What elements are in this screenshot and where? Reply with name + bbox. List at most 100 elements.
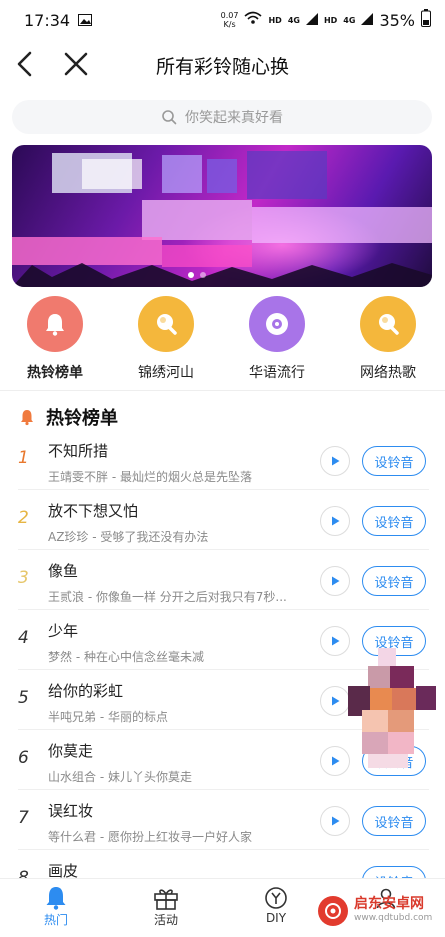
net-speed: 0.07 K/s: [221, 11, 239, 29]
song-row[interactable]: 7 误红妆 等什么君 - 愿你扮上红妆寻一户好人家 设铃音: [0, 790, 445, 850]
bulb-icon: [379, 314, 399, 335]
set-ringtone-button[interactable]: 设铃音: [362, 866, 426, 878]
category-label: 热铃榜单: [27, 365, 83, 381]
category-label: 华语流行: [249, 365, 305, 381]
signal-label-2: 4G: [343, 15, 356, 25]
site-watermark: 启东安卓网 www.qdtubd.com: [318, 896, 432, 926]
song-subtitle: 王靖雯不胖 - 最灿烂的烟火总是先坠落: [48, 470, 252, 484]
category-hot-chart[interactable]: 热铃榜单: [5, 296, 105, 382]
category-web-hits[interactable]: 网络热歌: [338, 296, 438, 382]
tab-events[interactable]: 活动: [126, 885, 206, 928]
tab-label: DIY: [265, 911, 287, 925]
category-icon-wrap: [138, 296, 194, 352]
song-row[interactable]: 1 不知所措 王靖雯不胖 - 最灿烂的烟火总是先坠落 设铃音: [0, 430, 445, 490]
divider: [0, 390, 445, 391]
hd-label-2: HD: [323, 15, 338, 25]
gift-icon: [154, 889, 178, 910]
net-speed-unit: K/s: [223, 20, 236, 29]
status-bar: 17:34 0.07 K/s HD 4G HD 4G 35%: [0, 0, 445, 40]
song-title: 误红妆: [48, 802, 94, 820]
tab-icon-wrap: [16, 885, 96, 911]
song-subtitle: 山水组合 - 妹儿丫头你莫走: [48, 770, 192, 784]
disc-icon: [266, 313, 288, 335]
song-rank: 4: [18, 628, 29, 648]
play-icon: [332, 636, 340, 646]
play-button[interactable]: [320, 686, 350, 716]
play-icon: [332, 756, 340, 766]
back-button[interactable]: [12, 48, 40, 80]
set-ringtone-button[interactable]: 设铃音: [362, 566, 426, 596]
watermark-url: www.qdtubd.com: [354, 913, 433, 923]
battery-icon: [421, 9, 431, 31]
play-button[interactable]: [320, 806, 350, 836]
mascot-icon: [348, 648, 436, 768]
play-button[interactable]: [320, 566, 350, 596]
bell-icon: [21, 410, 33, 426]
set-ringtone-button[interactable]: 设铃音: [362, 446, 426, 476]
section-title: 热铃榜单: [46, 408, 118, 429]
watermark-logo-icon: [318, 896, 348, 926]
song-title: 少年: [48, 622, 79, 640]
song-title: 你莫走: [48, 742, 94, 760]
song-rank: 2: [18, 508, 29, 528]
play-button[interactable]: [320, 446, 350, 476]
floating-mascot[interactable]: [348, 648, 438, 768]
bulb-icon: [157, 314, 177, 335]
song-title: 画皮: [48, 862, 79, 878]
play-icon: [332, 456, 340, 466]
category-label: 锦绣河山: [138, 365, 194, 381]
tab-label: 热门: [43, 913, 68, 927]
tab-label: 活动: [153, 913, 178, 927]
section-header: 热铃榜单: [18, 404, 118, 430]
song-row[interactable]: 8 画皮 设铃音: [0, 850, 445, 878]
category-landscape[interactable]: 锦绣河山: [116, 296, 216, 382]
set-ringtone-button[interactable]: 设铃音: [362, 506, 426, 536]
play-icon: [332, 576, 340, 586]
play-button[interactable]: [320, 746, 350, 776]
status-left: 17:34: [24, 11, 93, 30]
category-label: 网络热歌: [360, 365, 416, 381]
song-subtitle: 等什么君 - 愿你扮上红妆寻一户好人家: [48, 830, 252, 844]
pagination-dot: [188, 272, 194, 278]
song-rank: 1: [18, 448, 29, 468]
play-icon: [332, 516, 340, 526]
banner-art: [12, 151, 432, 287]
play-button[interactable]: [320, 626, 350, 656]
search-placeholder: 你笑起来真好看: [185, 110, 283, 126]
song-title: 像鱼: [48, 562, 79, 580]
play-icon: [332, 696, 340, 706]
tab-hot[interactable]: 热门: [16, 885, 96, 928]
promo-banner[interactable]: [12, 145, 432, 287]
close-button[interactable]: [60, 48, 92, 80]
battery-level: 35%: [379, 10, 415, 30]
song-row[interactable]: 3 像鱼 王贰浪 - 你像鱼一样 分开之后对我只有7秒... 设铃音: [0, 550, 445, 610]
category-icon-wrap: [249, 296, 305, 352]
hd-label-1: HD: [268, 15, 282, 25]
bell-icon: [46, 887, 66, 910]
banner-pagination: [188, 272, 206, 278]
watermark-name: 启东安卓网: [354, 896, 424, 912]
play-button[interactable]: [320, 506, 350, 536]
category-pop[interactable]: 华语流行: [227, 296, 327, 382]
gallery-icon: [78, 11, 93, 30]
song-subtitle: 王贰浪 - 你像鱼一样 分开之后对我只有7秒...: [48, 590, 287, 604]
set-ringtone-button[interactable]: 设铃音: [362, 806, 426, 836]
song-rank: 7: [18, 808, 29, 828]
song-rank: 6: [18, 748, 29, 768]
play-icon: [332, 816, 340, 826]
song-subtitle: 梦然 - 种在心中信念丝毫未减: [48, 650, 204, 664]
net-speed-value: 0.07: [220, 11, 239, 20]
song-title: 给你的彩虹: [48, 682, 124, 700]
song-subtitle: 半吨兄弟 - 华丽的标点: [48, 710, 168, 724]
song-rank: 3: [18, 568, 29, 588]
category-icon-wrap: [360, 296, 416, 352]
song-row[interactable]: 2 放不下想又怕 AZ珍珍 - 受够了我还没有办法 设铃音: [0, 490, 445, 550]
category-row: 热铃榜单 锦绣河山 华语流行 网络热歌: [0, 296, 445, 386]
song-title: 放不下想又怕: [48, 502, 139, 520]
pagination-dot: [200, 272, 206, 278]
back-arrow-icon: [17, 51, 32, 77]
wifi-icon: [244, 11, 262, 29]
tab-diy[interactable]: DIY: [236, 885, 316, 925]
signal-icon: [361, 11, 374, 29]
search-input[interactable]: 你笑起来真好看: [12, 100, 432, 134]
